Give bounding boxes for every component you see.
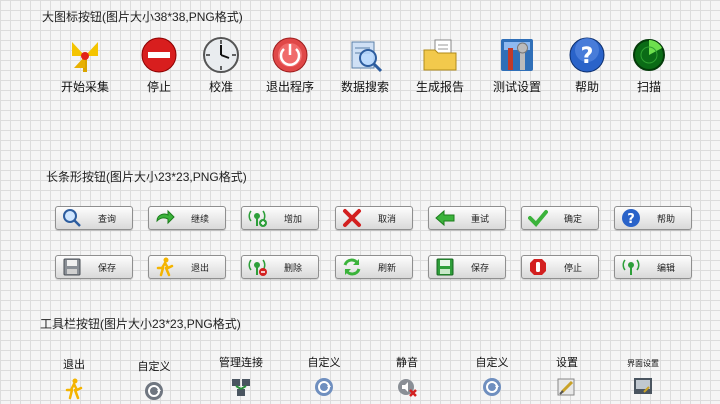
retry-label: 重试 (470, 213, 489, 224)
generate-report-button[interactable]: 生成报告 (405, 36, 475, 95)
power-icon (272, 37, 308, 73)
help-bar-label: 帮助 (656, 213, 675, 224)
start-collect-button[interactable]: 开始采集 (50, 36, 120, 95)
save-button[interactable]: 保存 (55, 255, 133, 279)
stop-icon (141, 37, 177, 73)
query-label: 查询 (97, 213, 116, 224)
floppy-green-icon (436, 258, 454, 276)
help-button[interactable]: ? 帮助 (552, 36, 622, 95)
exit-runner-icon (156, 257, 174, 277)
large-section-title: 大图标按钮(图片大小38*38,PNG格式) (42, 10, 243, 24)
start-collect-label: 开始采集 (60, 80, 109, 94)
arrow-left-icon (435, 209, 455, 227)
toolbar-custom-button-1[interactable]: 自定义 (122, 358, 186, 402)
exit-runner-icon (65, 378, 83, 400)
add-signal-icon (248, 210, 267, 227)
continue-button[interactable]: 继续 (148, 206, 226, 230)
confirm-button[interactable]: 确定 (521, 206, 599, 230)
stop-label: 停止 (146, 80, 171, 94)
svg-text:?: ? (581, 44, 594, 69)
add-label: 增加 (283, 213, 302, 224)
toolbar-manage-connection-label: 管理连接 (219, 357, 263, 369)
delete-button[interactable]: 删除 (241, 255, 319, 279)
edit-label: 编辑 (656, 262, 675, 273)
continue-icon (156, 209, 175, 225)
bar-section-title: 长条形按钮(图片大小23*23,PNG格式) (46, 170, 247, 184)
stop-button[interactable]: 停止 (124, 36, 194, 95)
toolbar-manage-connection-button[interactable]: 管理连接 (209, 354, 273, 398)
folder-report-icon (423, 39, 457, 71)
data-search-label: 数据搜索 (340, 80, 389, 94)
help-icon: ? (622, 209, 640, 227)
toolbar-ui-settings-label: 界面设置 (627, 359, 659, 368)
refresh-label: 刷新 (377, 262, 396, 273)
toolbar-mute-label: 静音 (396, 357, 418, 369)
test-settings-button[interactable]: 测试设置 (482, 36, 552, 95)
delete-signal-icon (248, 259, 267, 276)
tools-icon (501, 39, 533, 71)
exit-program-button[interactable]: 退出程序 (255, 36, 325, 95)
exit-bar-button[interactable]: 退出 (148, 255, 226, 279)
help-icon: ? (569, 37, 605, 73)
continue-label: 继续 (190, 213, 209, 224)
edit-signal-icon (622, 259, 640, 275)
help-bar-button[interactable]: ? 帮助 (614, 206, 692, 230)
toolbar-custom-label-1: 自定义 (137, 361, 171, 373)
delete-label: 删除 (283, 262, 302, 273)
mute-icon (398, 379, 417, 397)
toolbar-exit-label: 退出 (63, 359, 85, 371)
exit-program-label: 退出程序 (265, 80, 314, 94)
custom-icon (145, 382, 163, 400)
toolbar-custom-button-3[interactable]: 自定义 (460, 354, 524, 398)
generate-report-label: 生成报告 (415, 80, 464, 94)
data-search-icon (351, 41, 383, 73)
add-button[interactable]: 增加 (241, 206, 319, 230)
save-label: 保存 (97, 262, 116, 273)
edit-button[interactable]: 编辑 (614, 255, 692, 279)
toolbar-ui-settings-button[interactable]: 界面设置 (611, 358, 675, 397)
toolbar-settings-label: 设置 (556, 357, 578, 369)
scan-label: 扫描 (636, 80, 661, 94)
stop-hand-icon (530, 259, 546, 275)
calibrate-label: 校准 (208, 80, 233, 94)
stop-bar-label: 停止 (563, 262, 582, 273)
exit-bar-label: 退出 (190, 262, 209, 273)
toolbar-section-title: 工具栏按钮(图片大小23*23,PNG格式) (40, 317, 241, 331)
ui-settings-icon (634, 378, 652, 394)
floppy-icon (63, 258, 81, 276)
svg-text:?: ? (627, 212, 635, 227)
retry-button[interactable]: 重试 (428, 206, 506, 230)
scan-button[interactable]: 扫描 (614, 36, 684, 95)
checkmark-icon (528, 210, 548, 227)
toolbar-custom-label-2: 自定义 (307, 357, 341, 369)
toolbar-exit-button[interactable]: 退出 (42, 356, 106, 400)
custom-icon (483, 378, 501, 396)
toolbar-mute-button[interactable]: 静音 (375, 354, 439, 398)
confirm-label: 确定 (563, 213, 582, 224)
x-icon (343, 209, 361, 227)
custom-icon (315, 378, 333, 396)
calibrate-button[interactable]: 校准 (186, 36, 256, 95)
radar-icon (633, 39, 665, 71)
start-collect-icon (72, 42, 98, 72)
clock-icon (203, 37, 239, 73)
refresh-icon (343, 258, 361, 276)
save-green-button[interactable]: 保存 (428, 255, 506, 279)
help-label: 帮助 (574, 80, 599, 94)
cancel-label: 取消 (377, 213, 396, 224)
refresh-button[interactable]: 刷新 (335, 255, 413, 279)
toolbar-settings-button[interactable]: 设置 (535, 354, 599, 398)
stop-bar-button[interactable]: 停止 (521, 255, 599, 279)
network-icon (232, 379, 250, 396)
data-search-button[interactable]: 数据搜索 (330, 36, 400, 95)
save-green-label: 保存 (470, 262, 489, 273)
toolbar-custom-button-2[interactable]: 自定义 (292, 354, 356, 398)
cancel-button[interactable]: 取消 (335, 206, 413, 230)
settings-icon (557, 378, 575, 396)
toolbar-custom-label-3: 自定义 (475, 357, 509, 369)
magnifier-icon (63, 209, 81, 227)
query-button[interactable]: 查询 (55, 206, 133, 230)
test-settings-label: 测试设置 (492, 80, 541, 94)
